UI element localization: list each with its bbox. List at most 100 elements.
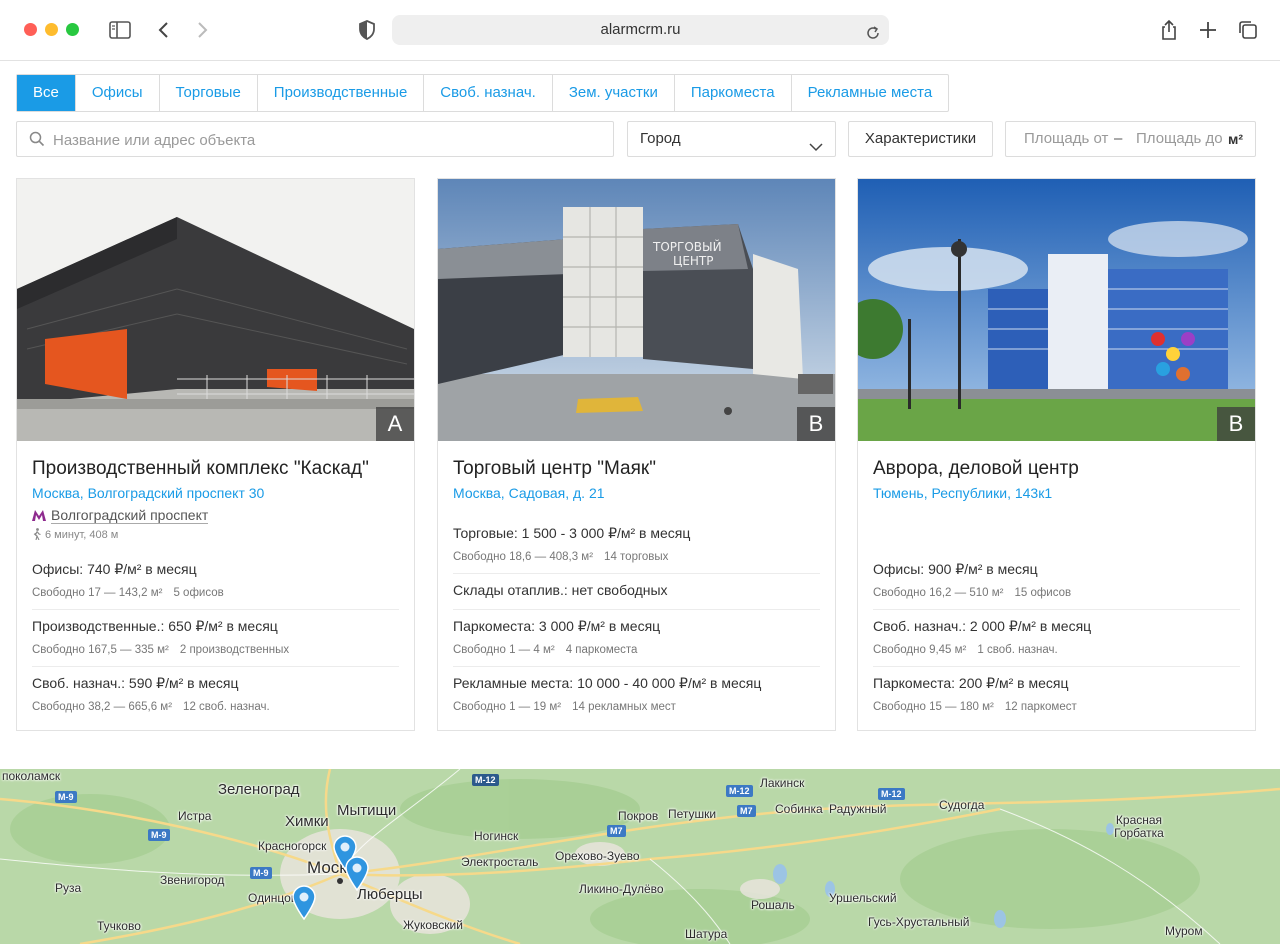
offer-row[interactable]: Паркоместа: 200 ₽/м² в месяц Свободно 15… [873, 667, 1240, 724]
map-city-label: Орехово-Зуево [555, 849, 640, 863]
tab-free-purpose[interactable]: Своб. назнач. [423, 75, 552, 111]
offer-count: 12 своб. назнач. [183, 701, 270, 713]
offer-row[interactable]: Торговые: 1 500 - 3 000 ₽/м² в месяц Сво… [453, 517, 820, 574]
offer-row[interactable]: Рекламные места: 10 000 - 40 000 ₽/м² в … [453, 667, 820, 724]
svg-text:ТОРГОВЫЙ: ТОРГОВЫЙ [652, 239, 722, 254]
property-title[interactable]: Аврора, деловой центр [873, 455, 1240, 483]
map-city-label: Электросталь [461, 855, 539, 869]
tab-overview-icon[interactable] [1236, 18, 1260, 42]
map-city-label: Уршельский [829, 891, 897, 905]
reload-icon[interactable] [865, 22, 881, 39]
metro-station: Волгоградский проспект [32, 504, 399, 526]
offer-row[interactable]: Офисы: 740 ₽/м² в месяц Свободно 17 — 14… [32, 553, 399, 610]
map-city-label: Муром [1165, 924, 1203, 938]
address-bar[interactable]: alarmcrm.ru [392, 15, 889, 45]
map-city-label: Красногорск [258, 839, 327, 853]
metro-icon [32, 505, 46, 521]
tab-advertising[interactable]: Рекламные места [790, 75, 949, 111]
offer-row[interactable]: Офисы: 900 ₽/м² в месяц Свободно 16,2 — … [873, 553, 1240, 610]
offer-row[interactable]: Склады отаплив.: нет свободных [453, 574, 820, 610]
property-title[interactable]: Торговый центр "Маяк" [453, 455, 820, 483]
property-address[interactable]: Тюмень, Республики, 143к1 [873, 483, 1240, 503]
offer-price: Паркоместа: 200 ₽/м² в месяц [873, 675, 1069, 691]
offer-list: Торговые: 1 500 - 3 000 ₽/м² в месяц Сво… [453, 517, 820, 724]
share-icon[interactable] [1157, 18, 1181, 42]
zoom-window-button[interactable] [66, 23, 79, 36]
map-city-label: Руза [55, 881, 82, 895]
property-card[interactable]: B Аврора, деловой центр Тюмень, Республи… [857, 178, 1256, 731]
offer-row[interactable]: Своб. назнач.: 2 000 ₽/м² в месяц Свобод… [873, 610, 1240, 667]
offer-row[interactable]: Паркоместа: 3 000 ₽/м² в месяц Свободно … [453, 610, 820, 667]
search-input[interactable] [51, 122, 605, 158]
offer-free-area: Свободно 9,45 м² [873, 644, 967, 656]
url-text: alarmcrm.ru [600, 21, 681, 38]
new-tab-icon[interactable] [1196, 18, 1220, 42]
offer-free-area: Свободно 1 — 4 м² [453, 644, 555, 656]
road-badge: M-12 [878, 788, 905, 800]
offer-row[interactable]: Производственные.: 650 ₽/м² в месяц Своб… [32, 610, 399, 667]
area-unit: м² [1228, 131, 1244, 147]
map-city-label: Рошаль [751, 898, 795, 912]
sidebar-icon[interactable] [108, 18, 132, 42]
map-city-label: Петушки [668, 807, 717, 821]
offer-price: Производственные.: 650 ₽/м² в месяц [32, 618, 278, 634]
property-card[interactable]: A Производственный комплекс "Каскад" Мос… [16, 178, 415, 731]
road-badge: M-9 [148, 829, 170, 841]
property-photo[interactable]: ТОРГОВЫЙ ЦЕНТР B [438, 179, 835, 441]
search-icon [29, 131, 45, 147]
offer-list: Офисы: 740 ₽/м² в месяц Свободно 17 — 14… [32, 553, 399, 724]
characteristics-button[interactable]: Характеристики [848, 121, 993, 157]
map-city-label: Ликино-Дулёво [579, 882, 664, 896]
map-city-label: Жуковский [403, 918, 463, 932]
offer-free-area: Свободно 38,2 — 665,6 м² [32, 701, 173, 713]
map-city-label: Мытищи [337, 802, 397, 819]
tab-offices[interactable]: Офисы [74, 75, 159, 111]
property-address[interactable]: Москва, Волгоградский проспект 30 [32, 483, 399, 503]
offer-count: 2 производственных [179, 644, 290, 656]
back-icon[interactable] [152, 18, 176, 42]
walk-distance-text: 6 минут, 408 м [45, 529, 119, 541]
map-pin-icon[interactable] [291, 884, 317, 920]
close-window-button[interactable] [24, 23, 37, 36]
road-badge: M-9 [250, 867, 272, 879]
shield-icon[interactable] [355, 18, 379, 42]
city-select[interactable]: Город [627, 121, 836, 157]
tab-industrial[interactable]: Производственные [256, 75, 424, 111]
property-address[interactable]: Москва, Садовая, д. 21 [453, 483, 820, 503]
map-city-label: Звенигород [160, 873, 225, 887]
offer-free-area: Свободно 18,6 — 408,3 м² [453, 551, 594, 563]
road-badge: M7 [607, 825, 626, 837]
map-city-label: Истра [178, 809, 212, 823]
offer-price: Своб. назнач.: 2 000 ₽/м² в месяц [873, 618, 1092, 634]
offer-price: Паркоместа: 3 000 ₽/м² в месяц [453, 618, 661, 634]
map-background [0, 769, 1280, 944]
map-city-label: Зеленоград [218, 781, 300, 798]
map-city-label: Красная Горбатка [1114, 813, 1164, 840]
property-title[interactable]: Производственный комплекс "Каскад" [32, 455, 399, 483]
offer-row[interactable]: Своб. назнач.: 590 ₽/м² в месяц Свободно… [32, 667, 399, 724]
svg-text:ЦЕНТР: ЦЕНТР [673, 254, 714, 268]
map-city-label: Лакинск [760, 776, 805, 790]
property-photo[interactable]: B [858, 179, 1255, 441]
map-city-label: Ногинск [474, 829, 519, 843]
offer-count: 14 рекламных мест [572, 701, 676, 713]
offer-price: Офисы: 900 ₽/м² в месяц [873, 561, 1038, 577]
property-photo[interactable]: A [17, 179, 414, 441]
map-pin-icon[interactable] [344, 855, 370, 891]
minimize-window-button[interactable] [45, 23, 58, 36]
tab-all[interactable]: Все [17, 75, 75, 111]
area-to-input[interactable]: Площадь до [1136, 122, 1223, 156]
map-city-label: Собинка [775, 802, 823, 816]
offer-price: Офисы: 740 ₽/м² в месяц [32, 561, 197, 577]
tab-parking[interactable]: Паркоместа [673, 75, 791, 111]
offer-count: 1 своб. назнач. [977, 644, 1058, 656]
offer-count: 14 торговых [604, 551, 669, 563]
tab-retail[interactable]: Торговые [158, 75, 257, 111]
forward-icon[interactable] [190, 18, 214, 42]
property-card[interactable]: ТОРГОВЫЙ ЦЕНТР B Торговый центр "Маяк" М… [437, 178, 836, 731]
walk-distance: 6 минут, 408 м [32, 526, 399, 544]
road-badge: M-9 [55, 791, 77, 803]
tab-land[interactable]: Зем. участки [551, 75, 674, 111]
map[interactable]: поколамск Зеленоград Мытищи Истра Химки … [0, 769, 1280, 944]
area-from-input[interactable]: Площадь от [1024, 122, 1108, 156]
